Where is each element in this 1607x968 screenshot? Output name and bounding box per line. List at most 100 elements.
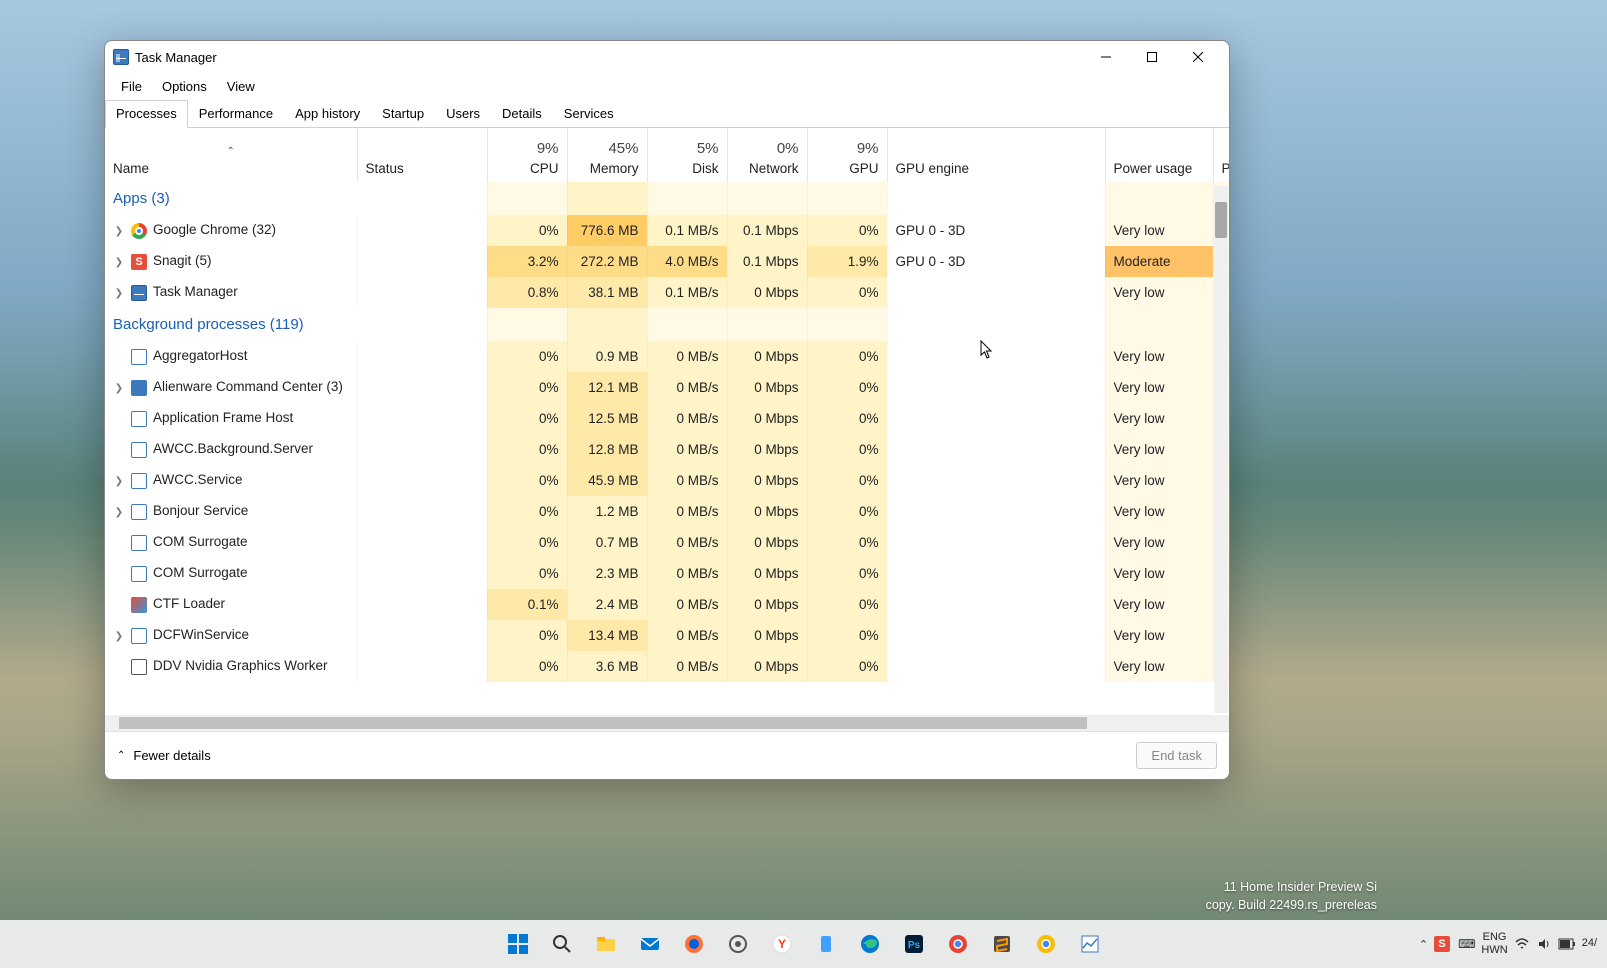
titlebar[interactable]: Task Manager	[105, 41, 1229, 73]
expand-chevron-icon[interactable]: ❯	[113, 476, 125, 487]
cpu-cell: 0%	[487, 496, 567, 527]
tab-performance[interactable]: Performance	[188, 100, 284, 127]
gpu-cell: 0%	[807, 558, 887, 589]
file-explorer-icon[interactable]	[586, 924, 626, 964]
table-row[interactable]: DDV Nvidia Graphics Worker 0% 3.6 MB 0 M…	[105, 651, 1229, 682]
process-icon	[131, 473, 147, 489]
col-network[interactable]: 0%Network	[727, 128, 807, 182]
hscroll-thumb[interactable]	[119, 717, 1087, 729]
col-gpu[interactable]: 9%GPU	[807, 128, 887, 182]
yandex-icon[interactable]: Y	[762, 924, 802, 964]
chrome-canary-icon[interactable]	[1026, 924, 1066, 964]
edge-icon[interactable]	[850, 924, 890, 964]
tab-startup[interactable]: Startup	[371, 100, 435, 127]
table-row[interactable]: ❯DCFWinService 0% 13.4 MB 0 MB/s 0 Mbps …	[105, 620, 1229, 651]
tray-volume-icon[interactable]	[1536, 936, 1552, 952]
tab-users[interactable]: Users	[435, 100, 491, 127]
tray-sogou-icon[interactable]: S	[1434, 936, 1450, 952]
menu-bar: File Options View	[105, 73, 1229, 100]
tab-details[interactable]: Details	[491, 100, 553, 127]
tab-processes[interactable]: Processes	[105, 100, 188, 128]
horizontal-scrollbar[interactable]	[105, 715, 1229, 731]
vertical-scrollbar[interactable]	[1214, 186, 1228, 713]
table-row[interactable]: COM Surrogate 0% 2.3 MB 0 MB/s 0 Mbps 0%…	[105, 558, 1229, 589]
group-header[interactable]: Apps (3)	[105, 182, 1229, 215]
fewer-details-toggle[interactable]: ⌃ Fewer details	[117, 748, 211, 763]
col-memory[interactable]: 45%Memory	[567, 128, 647, 182]
group-header[interactable]: Background processes (119)	[105, 308, 1229, 341]
power-cell: Very low	[1105, 372, 1213, 403]
table-row[interactable]: ❯SSnagit (5) 3.2% 272.2 MB 4.0 MB/s 0.1 …	[105, 246, 1229, 277]
tab-app-history[interactable]: App history	[284, 100, 371, 127]
process-icon	[131, 349, 147, 365]
col-power[interactable]: Power usage	[1105, 128, 1213, 182]
task-manager-taskbar-icon[interactable]	[1070, 924, 1110, 964]
process-icon	[131, 504, 147, 520]
gpu-cell: 1.9%	[807, 246, 887, 277]
expand-chevron-icon[interactable]: ❯	[113, 226, 125, 237]
table-row[interactable]: ❯Alienware Command Center (3) 0% 12.1 MB…	[105, 372, 1229, 403]
search-icon[interactable]	[542, 924, 582, 964]
app-icon-blue[interactable]	[806, 924, 846, 964]
language-indicator[interactable]: ENGHWN	[1481, 931, 1507, 957]
start-button[interactable]	[498, 924, 538, 964]
system-tray: ⌃ S ⌨ ENGHWN 24/	[1419, 931, 1607, 957]
table-row[interactable]: AggregatorHost 0% 0.9 MB 0 MB/s 0 Mbps 0…	[105, 341, 1229, 372]
process-name: COM Surrogate	[153, 565, 248, 580]
table-row[interactable]: ❯Task Manager 0.8% 38.1 MB 0.1 MB/s 0 Mb…	[105, 277, 1229, 308]
tray-keyboard-icon[interactable]: ⌨	[1458, 937, 1475, 951]
gpu-cell: 0%	[807, 527, 887, 558]
table-row[interactable]: ❯AWCC.Service 0% 45.9 MB 0 MB/s 0 Mbps 0…	[105, 465, 1229, 496]
menu-view[interactable]: View	[217, 75, 265, 98]
expand-chevron-icon[interactable]: ❯	[113, 631, 125, 642]
process-name: AWCC.Background.Server	[153, 441, 313, 456]
table-row[interactable]: Application Frame Host 0% 12.5 MB 0 MB/s…	[105, 403, 1229, 434]
chrome-icon[interactable]	[938, 924, 978, 964]
tab-bar: Processes Performance App history Startu…	[105, 100, 1229, 128]
table-row[interactable]: ❯Google Chrome (32) 0% 776.6 MB 0.1 MB/s…	[105, 215, 1229, 246]
cpu-cell: 0%	[487, 620, 567, 651]
net-cell: 0 Mbps	[727, 277, 807, 308]
sublime-icon[interactable]	[982, 924, 1022, 964]
table-row[interactable]: CTF Loader 0.1% 2.4 MB 0 MB/s 0 Mbps 0% …	[105, 589, 1229, 620]
cpu-cell: 0%	[487, 403, 567, 434]
mail-icon[interactable]	[630, 924, 670, 964]
mem-cell: 2.3 MB	[567, 558, 647, 589]
disk-cell: 0 MB/s	[647, 527, 727, 558]
firefox-icon[interactable]	[674, 924, 714, 964]
col-gpu-engine[interactable]: GPU engine	[887, 128, 1105, 182]
tray-battery-icon[interactable]	[1558, 938, 1576, 950]
tray-wifi-icon[interactable]	[1514, 936, 1530, 952]
col-disk[interactable]: 5%Disk	[647, 128, 727, 182]
vscroll-thumb[interactable]	[1215, 202, 1227, 238]
end-task-button[interactable]: End task	[1136, 742, 1217, 769]
table-row[interactable]: COM Surrogate 0% 0.7 MB 0 MB/s 0 Mbps 0%…	[105, 527, 1229, 558]
power-cell: Very low	[1105, 496, 1213, 527]
col-status[interactable]: Status	[357, 128, 487, 182]
tab-services[interactable]: Services	[553, 100, 625, 127]
clock[interactable]: 24/	[1582, 937, 1597, 950]
photoshop-icon[interactable]: Ps	[894, 924, 934, 964]
maximize-button[interactable]	[1129, 42, 1175, 72]
gpu-engine-cell	[887, 620, 1105, 651]
expand-chevron-icon[interactable]: ❯	[113, 507, 125, 518]
expand-chevron-icon[interactable]: ❯	[113, 383, 125, 394]
expand-chevron-icon[interactable]: ❯	[113, 257, 125, 268]
settings-icon[interactable]	[718, 924, 758, 964]
minimize-button[interactable]	[1083, 42, 1129, 72]
col-cpu[interactable]: 9%CPU	[487, 128, 567, 182]
power-cell: Very low	[1105, 341, 1213, 372]
process-table-wrap[interactable]: ⌃Name Status 9%CPU 45%Memory 5%Disk 0%Ne…	[105, 128, 1229, 715]
tray-chevron-icon[interactable]: ⌃	[1419, 938, 1428, 951]
close-button[interactable]	[1175, 42, 1221, 72]
table-row[interactable]: ❯Bonjour Service 0% 1.2 MB 0 MB/s 0 Mbps…	[105, 496, 1229, 527]
col-name[interactable]: ⌃Name	[105, 128, 357, 182]
taskbar[interactable]: Y Ps ⌃ S ⌨ ENGHWN 24/	[0, 920, 1607, 968]
menu-options[interactable]: Options	[152, 75, 217, 98]
process-name: AWCC.Service	[153, 472, 243, 487]
menu-file[interactable]: File	[111, 75, 152, 98]
col-power-trend[interactable]: P	[1213, 128, 1229, 182]
expand-chevron-icon[interactable]: ❯	[113, 288, 125, 299]
table-row[interactable]: AWCC.Background.Server 0% 12.8 MB 0 MB/s…	[105, 434, 1229, 465]
gpu-cell: 0%	[807, 496, 887, 527]
